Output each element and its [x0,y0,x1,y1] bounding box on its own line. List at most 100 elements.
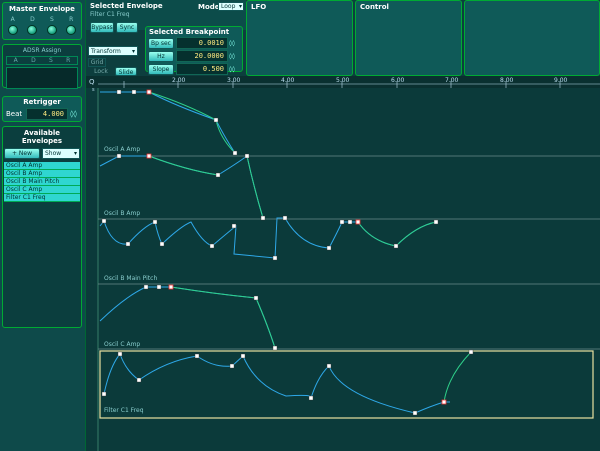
new-envelope-button[interactable]: + New [4,148,40,159]
envelope-curve[interactable] [100,91,236,154]
breakpoint[interactable] [326,363,332,369]
transform-dropdown[interactable]: Transform ▾ [88,46,138,56]
slope-value[interactable]: 0.500 [176,63,228,75]
selected-breakpoint-title: Selected Breakpoint [149,28,230,36]
breakpoint[interactable] [131,89,137,95]
breakpoint[interactable] [101,218,107,224]
envelope-curve[interactable] [148,155,219,176]
top-right-panel [464,0,600,76]
breakpoint[interactable] [136,377,142,383]
breakpoint[interactable] [146,89,152,95]
decay-knob[interactable] [27,25,38,35]
envelope-curve[interactable] [357,221,397,247]
breakpoint[interactable] [441,399,447,405]
breakpoint[interactable] [213,117,219,123]
breakpoint[interactable] [116,89,122,95]
list-item[interactable]: Filter C1 Freq [4,194,80,202]
list-item[interactable]: Oscil A Amp [4,162,80,170]
adsr-slot-a[interactable]: A [14,57,18,64]
adsr-assign-box[interactable] [6,67,78,89]
selected-lane-frame [99,350,594,419]
breakpoint[interactable] [240,353,246,359]
breakpoint[interactable] [117,351,123,357]
slope-row: Slope 0.500 ◊◊ [148,63,240,75]
tab-control[interactable]: Control [355,0,462,76]
breakpoint[interactable] [326,245,332,251]
breakpoint[interactable] [231,223,237,229]
adsr-slot-s[interactable]: S [49,57,53,64]
breakpoint[interactable] [339,219,345,225]
master-envelope-panel: Master Envelope A D S R [2,2,82,40]
envelope-curve[interactable] [103,353,450,414]
breakpoint[interactable] [308,395,314,401]
breakpoint[interactable] [143,284,149,290]
breakpoint[interactable] [347,219,353,225]
breakpoint[interactable] [244,153,250,159]
breakpoint[interactable] [272,345,278,351]
breakpoint[interactable] [232,150,238,156]
envelope-curve[interactable] [99,286,276,349]
list-item[interactable]: Oscil C Amp [4,186,80,194]
breakpoint[interactable] [253,295,259,301]
envelope-curve[interactable] [170,286,257,299]
stepper-icon[interactable]: ◊◊ [229,66,235,73]
sync-button[interactable]: Sync [116,22,138,33]
envelope-editor[interactable]: Q s 2.00 3.00 4.00 5.00 6.00 7.00 8.00 9… [86,76,600,451]
breakpoint[interactable] [468,349,474,355]
envelope-curve[interactable] [99,155,264,219]
attack-knob[interactable] [7,25,18,35]
beat-value[interactable]: 4.000 [26,108,68,120]
show-dropdown[interactable]: Show ▾ [42,148,80,159]
breakpoint[interactable] [116,153,122,159]
breakpoint[interactable] [125,241,131,247]
bp-sec-button[interactable]: Bp sec [148,37,174,49]
breakpoint[interactable] [159,241,165,247]
tab-lfo[interactable]: LFO [246,0,353,76]
stepper-icon[interactable]: ◊◊ [229,53,235,60]
breakpoint[interactable] [168,284,174,290]
beat-stepper-icon[interactable]: ◊◊ [70,110,77,118]
breakpoint[interactable] [215,172,221,178]
adsr-slot-d[interactable]: D [31,57,36,64]
breakpoint[interactable] [194,353,200,359]
breakpoint[interactable] [101,391,107,397]
release-knob[interactable] [66,25,77,35]
breakpoint[interactable] [152,219,158,225]
adsr-assign-slots: A D S R [6,56,78,65]
ruler-tick-label: 2.00 [172,77,186,84]
breakpoint[interactable] [156,284,162,290]
envelope-curve[interactable] [148,91,217,121]
envelope-curve[interactable] [255,297,276,349]
breakpoint[interactable] [229,363,235,369]
grid-button[interactable]: Grid [88,58,106,67]
mode-dropdown[interactable]: Loop ▾ [218,2,244,11]
zoom-icon[interactable]: Q [89,78,95,86]
adsr-slot-r[interactable]: R [66,57,70,64]
lock-button[interactable]: Lock [90,68,112,76]
breakpoint[interactable] [146,153,152,159]
breakpoint[interactable] [260,215,266,221]
envelope-curve[interactable] [99,217,437,259]
bypass-button[interactable]: Bypass [90,22,114,33]
breakpoint[interactable] [282,215,288,221]
list-item[interactable]: Oscil B Main Pitch [4,178,80,186]
envelope-curve[interactable] [443,351,472,403]
list-item[interactable]: Oscil B Amp [4,170,80,178]
sustain-knob[interactable] [46,25,57,35]
editor-canvas[interactable]: Q s 2.00 3.00 4.00 5.00 6.00 7.00 8.00 9… [86,76,600,451]
envelope-curve[interactable] [395,221,437,247]
transform-label: Transform [91,48,121,55]
breakpoint[interactable] [412,410,418,416]
envelope-curve[interactable] [246,155,264,219]
breakpoint[interactable] [272,255,278,261]
stepper-icon[interactable]: ◊◊ [229,40,235,47]
slope-button[interactable]: Slope [148,63,174,75]
bp-sec-value[interactable]: 0.0010 [176,37,228,49]
breakpoint[interactable] [433,219,439,225]
slide-button[interactable]: Slide [115,67,137,76]
breakpoint[interactable] [393,243,399,249]
breakpoint[interactable] [355,219,361,225]
hz-value[interactable]: 20.0000 [176,50,228,62]
breakpoint[interactable] [209,243,215,249]
hz-button[interactable]: Hz [148,50,174,62]
